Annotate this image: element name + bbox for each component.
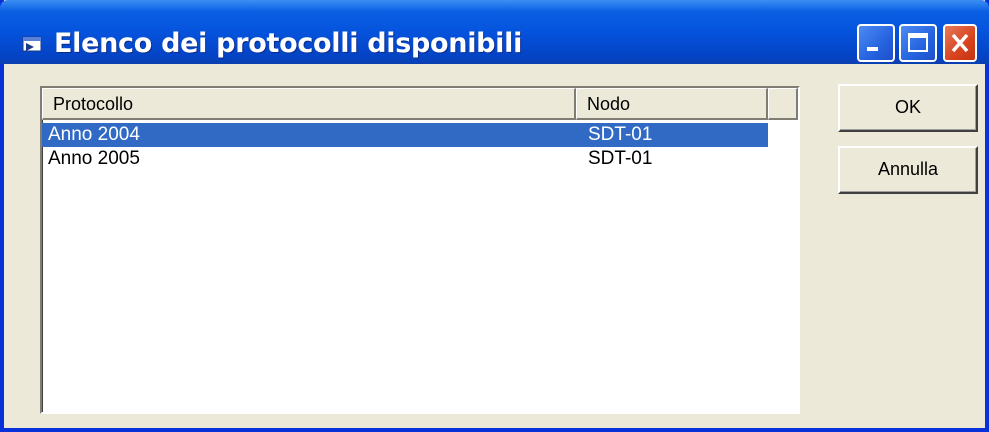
cell-nodo: SDT-01: [588, 124, 653, 145]
protocol-list[interactable]: Protocollo Nodo Anno 2004 SDT-01 Anno 20…: [40, 86, 800, 414]
minimize-button[interactable]: [857, 24, 895, 62]
column-header-nodo[interactable]: Nodo: [576, 88, 768, 120]
cancel-button[interactable]: Annulla: [838, 146, 978, 194]
ok-button[interactable]: OK: [838, 84, 978, 132]
minimize-icon: [867, 47, 878, 51]
maximize-icon: [908, 33, 928, 52]
cell-protocollo: Anno 2005: [48, 148, 140, 169]
close-button[interactable]: [943, 24, 977, 62]
list-item[interactable]: Anno 2004 SDT-01: [42, 123, 768, 147]
maximize-button[interactable]: [899, 24, 937, 62]
title-bar[interactable]: Elenco dei protocolli disponibili: [0, 0, 989, 64]
dialog-window: Elenco dei protocolli disponibili Protoc…: [0, 0, 989, 432]
list-item[interactable]: Anno 2005 SDT-01: [42, 147, 768, 171]
cell-nodo: SDT-01: [588, 148, 653, 169]
column-header-filler: [768, 88, 798, 120]
close-icon: [951, 33, 969, 53]
column-header-protocollo[interactable]: Protocollo: [42, 88, 576, 120]
window-title: Elenco dei protocolli disponibili: [54, 28, 523, 59]
cell-protocollo: Anno 2004: [48, 124, 140, 145]
window-icon: [22, 36, 42, 52]
